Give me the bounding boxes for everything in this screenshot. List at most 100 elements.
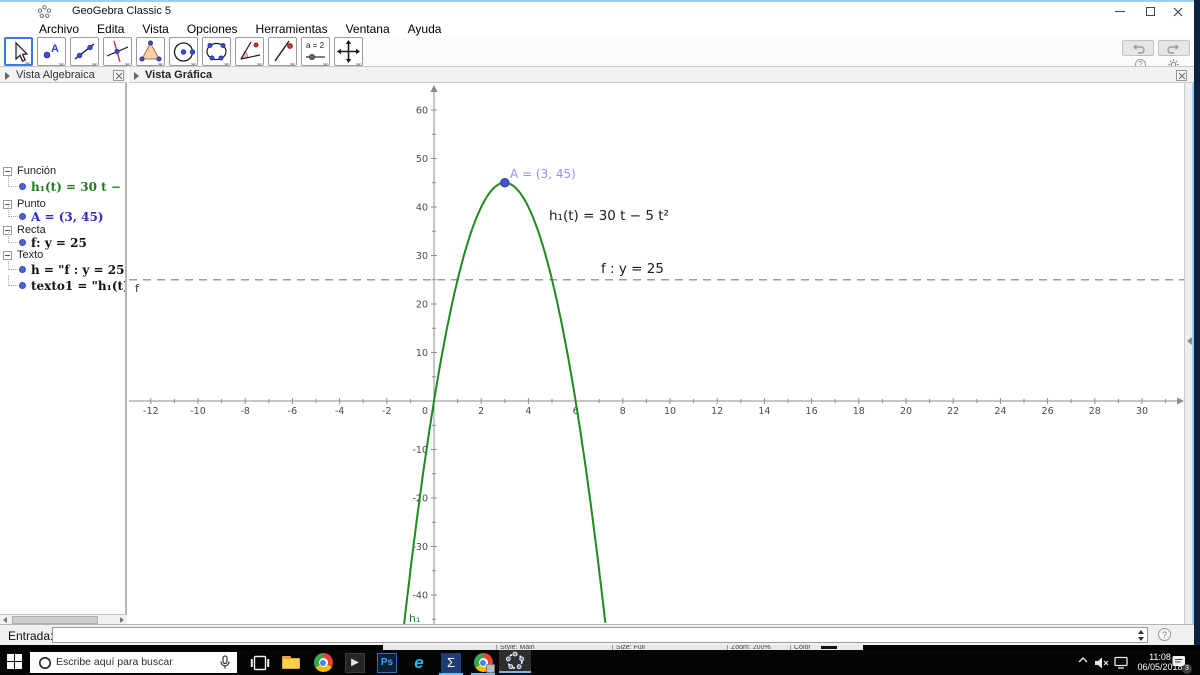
line-tool-button[interactable] xyxy=(70,37,99,66)
close-icon xyxy=(1178,72,1186,80)
scrollbar-thumb[interactable] xyxy=(12,616,98,624)
graph-canvas[interactable]: -12 -10 -8 -6 -4 -2 0 2 4 6 8 10 12 14 16 18 20 22 24 26 28 3… xyxy=(129,83,1184,624)
x-tick-label: 14 xyxy=(758,406,770,417)
scroll-right-icon[interactable] xyxy=(120,617,124,623)
microphone-icon[interactable] xyxy=(218,655,232,670)
y-tick-label: 60 xyxy=(416,106,428,117)
input-bar: Entrada: ? xyxy=(0,624,1194,645)
menu-opciones[interactable]: Opciones xyxy=(178,21,247,37)
chevron-down-icon xyxy=(1138,637,1144,641)
menu-ventana[interactable]: Ventana xyxy=(337,21,399,37)
algebra-close-button[interactable] xyxy=(113,70,124,81)
file-explorer-button[interactable] xyxy=(279,651,303,674)
chrome-button[interactable] xyxy=(311,651,335,674)
movies-tv-button[interactable]: ▶ xyxy=(343,651,367,674)
volume-muted-icon[interactable] xyxy=(1094,656,1109,670)
slider-tool-button[interactable]: a = 2 xyxy=(301,37,330,66)
start-button[interactable] xyxy=(7,654,23,670)
curve-h1-name-label[interactable]: h₁ xyxy=(409,612,420,624)
object-visibility-dot[interactable] xyxy=(19,282,26,289)
x-tick-label: 22 xyxy=(947,406,959,417)
point-tool-button[interactable]: A xyxy=(37,37,66,66)
tray-chevron-up-icon[interactable] xyxy=(1078,656,1088,664)
play-icon: ▶ xyxy=(345,652,365,673)
object-text: A = (3, 45) xyxy=(31,210,104,224)
object-text: h = "f : y = 25" xyxy=(31,263,127,277)
internet-explorer-button[interactable]: e xyxy=(407,651,431,674)
menu-herramientas[interactable]: Herramientas xyxy=(247,21,337,37)
move-tool-button[interactable] xyxy=(4,37,33,66)
chrome-icon xyxy=(313,653,333,672)
y-tick-label: 10 xyxy=(416,348,428,359)
line-f-name-label[interactable]: f xyxy=(135,282,140,295)
group-label: Punto xyxy=(17,198,46,210)
maximize-button[interactable] xyxy=(1136,2,1164,21)
photoshop-button[interactable]: Ps xyxy=(375,651,399,674)
redo-button[interactable] xyxy=(1158,40,1190,56)
graphics-view[interactable]: -12 -10 -8 -6 -4 -2 0 2 4 6 8 10 12 14 16 18 20 22 24 26 28 3… xyxy=(129,83,1184,624)
line-text-label[interactable]: f : y = 25 xyxy=(601,261,664,277)
circle-tool-button[interactable] xyxy=(169,37,198,66)
object-visibility-dot[interactable] xyxy=(19,183,26,190)
graphics-header-arrow-icon[interactable] xyxy=(134,72,139,80)
x-tick-label: -6 xyxy=(288,406,297,417)
object-visibility-dot[interactable] xyxy=(19,213,26,220)
object-visibility-dot[interactable] xyxy=(19,266,26,273)
minimize-icon xyxy=(1115,11,1125,12)
scroll-left-icon[interactable] xyxy=(3,617,7,623)
windows-logo-icon xyxy=(7,662,14,669)
x-tick-label: 0 xyxy=(422,406,428,417)
window-title: GeoGebra Classic 5 xyxy=(72,5,172,17)
desktop-screen: GeoGebra Classic 5 Archivo Edita Vista O… xyxy=(0,0,1200,675)
chrome-icon xyxy=(473,653,495,673)
object-visibility-dot[interactable] xyxy=(19,239,26,246)
entrada-input[interactable] xyxy=(52,627,1148,643)
move-cursor-icon xyxy=(15,41,29,62)
menu-ayuda[interactable]: Ayuda xyxy=(399,21,451,37)
perpendicular-line-tool-button[interactable] xyxy=(103,37,132,66)
x-tick-label: 20 xyxy=(900,406,912,417)
algebra-header-arrow-icon[interactable] xyxy=(5,72,10,80)
ellipse-icon xyxy=(206,42,227,61)
sigma-icon: Σ xyxy=(441,652,461,673)
undo-button[interactable] xyxy=(1122,40,1154,56)
task-view-button[interactable] xyxy=(248,651,272,674)
profile-badge-icon xyxy=(485,664,495,673)
conic-tool-button[interactable] xyxy=(202,37,231,66)
algebra-horizontal-scrollbar[interactable] xyxy=(0,614,127,624)
collapse-icon[interactable] xyxy=(3,167,12,176)
move-graphics-tool-button[interactable] xyxy=(334,37,363,66)
minimize-button[interactable] xyxy=(1106,2,1134,21)
graphics-close-button[interactable] xyxy=(1176,70,1187,81)
point-A-label[interactable]: A = (3, 45) xyxy=(510,167,576,181)
point-A[interactable] xyxy=(500,178,510,188)
taskbar-search[interactable]: Escribe aquí para buscar xyxy=(30,652,237,673)
input-spinner[interactable] xyxy=(1136,630,1144,641)
photoshop-icon: Ps xyxy=(377,652,397,673)
close-button[interactable] xyxy=(1164,2,1192,21)
collapse-arrow-icon[interactable] xyxy=(1187,337,1192,345)
angle-tool-button[interactable] xyxy=(235,37,264,66)
graphics-collapse-strip[interactable] xyxy=(1184,83,1194,624)
geogebra-window: GeoGebra Classic 5 Archivo Edita Vista O… xyxy=(0,0,1194,645)
sigma-app-button[interactable]: Σ xyxy=(439,651,463,674)
menu-edita[interactable]: Edita xyxy=(88,21,133,37)
geogebra-taskbar-button[interactable] xyxy=(499,650,531,673)
group-label: Texto xyxy=(17,249,44,261)
slider-icon xyxy=(306,54,325,60)
x-tick-label: -12 xyxy=(143,406,159,417)
tree-elbow xyxy=(8,206,18,217)
group-label: Recta xyxy=(17,224,46,236)
menu-archivo[interactable]: Archivo xyxy=(30,21,88,37)
chrome-profile-button[interactable] xyxy=(471,651,495,674)
tree-elbow xyxy=(8,275,18,286)
x-tick-label: 10 xyxy=(664,406,676,417)
network-icon[interactable] xyxy=(1114,656,1129,669)
reflect-tool-button[interactable] xyxy=(268,37,297,66)
polygon-tool-button[interactable] xyxy=(136,37,165,66)
menu-vista[interactable]: Vista xyxy=(133,21,177,37)
input-help-icon[interactable]: ? xyxy=(1158,628,1171,641)
function-text-label[interactable]: h₁(t) = 30 t − 5 t² xyxy=(549,208,669,224)
y-axis-arrow-icon xyxy=(430,85,438,92)
circle-icon xyxy=(173,42,196,62)
